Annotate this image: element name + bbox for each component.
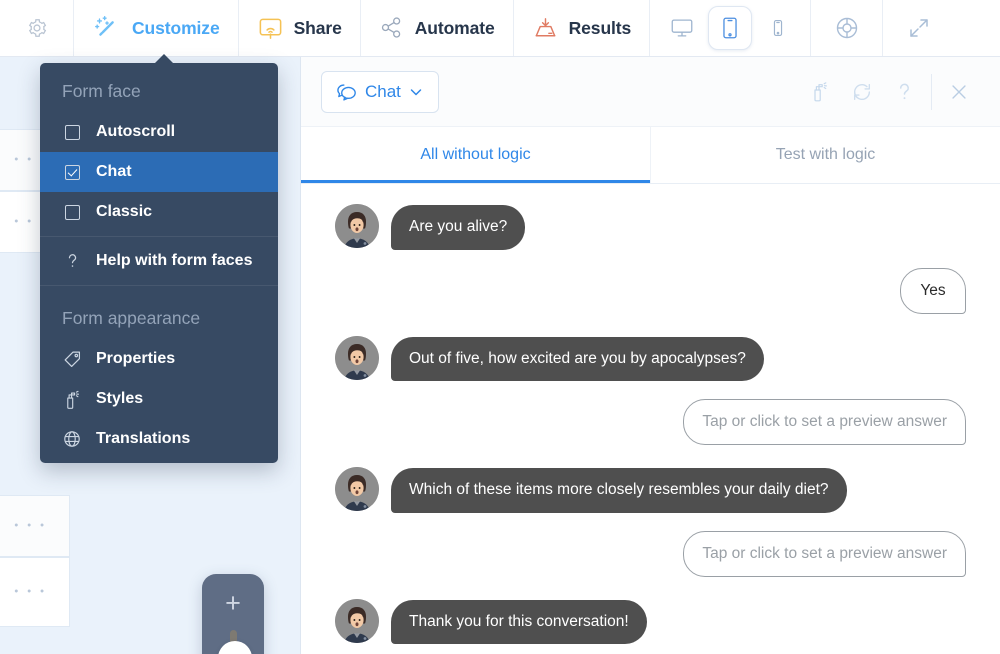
avatar: [335, 204, 379, 248]
list-item[interactable]: • • •: [0, 557, 70, 627]
question-bubble: Which of these items more closely resemb…: [391, 468, 847, 513]
results-button[interactable]: Results: [514, 0, 651, 56]
inbox-download-icon: [532, 15, 559, 42]
menu-divider: [40, 236, 278, 237]
chat-transcript: Are you alive? Yes: [301, 184, 1000, 654]
menu-item-autoscroll[interactable]: Autoscroll: [40, 112, 278, 152]
question-bubble: Are you alive?: [391, 205, 525, 250]
menu-item-label: Translations: [96, 430, 190, 448]
tag-icon: [62, 350, 82, 369]
close-preview-button[interactable]: [938, 71, 980, 113]
device-mobile-button[interactable]: [756, 6, 800, 50]
checkbox-checked-icon[interactable]: [62, 165, 82, 180]
avatar: [335, 336, 379, 380]
form-face-dropdown-button[interactable]: Chat: [321, 71, 439, 113]
plus-icon[interactable]: +: [202, 590, 264, 617]
customize-button[interactable]: Customize: [74, 0, 239, 56]
menu-item-translations[interactable]: Translations: [40, 419, 278, 459]
answer-placeholder-bubble[interactable]: Tap or click to set a preview answer: [683, 531, 966, 577]
spray-bottle-icon: [62, 390, 82, 409]
tab-label: All without logic: [420, 146, 530, 164]
top-toolbar: Customize Share: [0, 0, 1000, 57]
menu-item-help-with-form-faces[interactable]: Help with form faces: [40, 241, 278, 281]
chat-row-answer: Tap or click to set a preview answer: [335, 531, 966, 577]
floating-block-toolbar: +: [202, 574, 264, 654]
chat-row-question: Out of five, how excited are you by apoc…: [335, 336, 966, 382]
menu-divider: [40, 285, 278, 286]
chat-row-question: Thank you for this conversation!: [335, 599, 966, 645]
chat-row-question: Which of these items more closely resemb…: [335, 467, 966, 513]
menu-item-label: Help with form faces: [96, 252, 252, 270]
answer-placeholder-bubble[interactable]: Tap or click to set a preview answer: [683, 399, 966, 445]
device-switcher: [650, 0, 811, 56]
answer-bubble[interactable]: Yes: [900, 268, 966, 314]
chevron-down-icon: [408, 84, 424, 100]
menu-item-label: Properties: [96, 350, 175, 368]
form-face-label: Chat: [365, 82, 401, 102]
tab-all-without-logic[interactable]: All without logic: [301, 127, 651, 183]
menu-item-label: Chat: [96, 163, 132, 181]
avatar: [335, 467, 379, 511]
settings-button[interactable]: [0, 0, 74, 56]
spray-bottle-icon: [811, 81, 829, 102]
menu-item-label: Autoscroll: [96, 123, 175, 141]
menu-item-label: Styles: [96, 390, 143, 408]
gear-icon: [26, 17, 48, 39]
menu-item-styles[interactable]: Styles: [40, 379, 278, 419]
preview-tabs: All without logic Test with logic: [301, 127, 1000, 184]
menu-item-classic[interactable]: Classic: [40, 192, 278, 232]
automate-button[interactable]: Automate: [361, 0, 514, 56]
chat-row-question: Are you alive?: [335, 204, 966, 250]
menu-item-properties[interactable]: Properties: [40, 339, 278, 379]
tab-label: Test with logic: [776, 146, 876, 164]
toolbar-handle[interactable]: [218, 641, 252, 654]
menu-pointer-arrow: [154, 54, 174, 64]
list-item[interactable]: • • •: [0, 495, 70, 557]
chat-row-answer: Yes: [335, 268, 966, 314]
preview-header: Chat: [301, 57, 1000, 127]
chat-bubbles-icon: [336, 82, 358, 102]
help-center-button[interactable]: [811, 0, 883, 56]
styles-icon-button[interactable]: [799, 71, 841, 113]
help-button[interactable]: [883, 71, 925, 113]
device-tablet-button[interactable]: [708, 6, 752, 50]
automate-label: Automate: [415, 18, 495, 39]
magic-wand-icon: [92, 13, 122, 43]
menu-item-label: Classic: [96, 203, 152, 221]
results-label: Results: [569, 18, 632, 39]
avatar: [335, 599, 379, 643]
close-icon: [948, 81, 970, 103]
checkbox-icon[interactable]: [62, 205, 82, 220]
customize-dropdown-menu: Form face Autoscroll Chat Classic Help w…: [40, 63, 278, 463]
nodes-icon: [379, 15, 405, 41]
preview-header-actions: [799, 71, 980, 113]
share-label: Share: [294, 18, 342, 39]
expand-button[interactable]: [883, 0, 955, 56]
share-button[interactable]: Share: [239, 0, 361, 56]
device-desktop-button[interactable]: [660, 6, 704, 50]
menu-section-title-form-appearance: Form appearance: [40, 290, 278, 339]
lifebuoy-icon: [833, 14, 861, 42]
question-bubble: Thank you for this conversation!: [391, 600, 647, 645]
refresh-icon: [851, 81, 873, 103]
expand-arrows-icon: [907, 16, 931, 40]
chat-row-answer: Tap or click to set a preview answer: [335, 399, 966, 445]
restart-preview-button[interactable]: [841, 71, 883, 113]
card-menu-dots[interactable]: • • •: [14, 521, 47, 532]
question-mark-icon: [62, 252, 82, 270]
card-menu-dots[interactable]: • • •: [14, 587, 47, 598]
menu-section-title-form-face: Form face: [40, 63, 278, 112]
checkbox-icon[interactable]: [62, 125, 82, 140]
customize-label: Customize: [132, 18, 220, 39]
header-divider: [931, 74, 932, 110]
menu-item-chat[interactable]: Chat: [40, 152, 278, 192]
share-screen-icon: [257, 15, 284, 42]
globe-icon: [62, 430, 82, 448]
question-bubble: Out of five, how excited are you by apoc…: [391, 337, 764, 382]
form-preview-pane: Chat: [301, 57, 1000, 654]
question-mark-icon: [895, 81, 914, 103]
tab-test-with-logic[interactable]: Test with logic: [651, 127, 1000, 183]
app-root: Customize Share: [0, 0, 1000, 654]
